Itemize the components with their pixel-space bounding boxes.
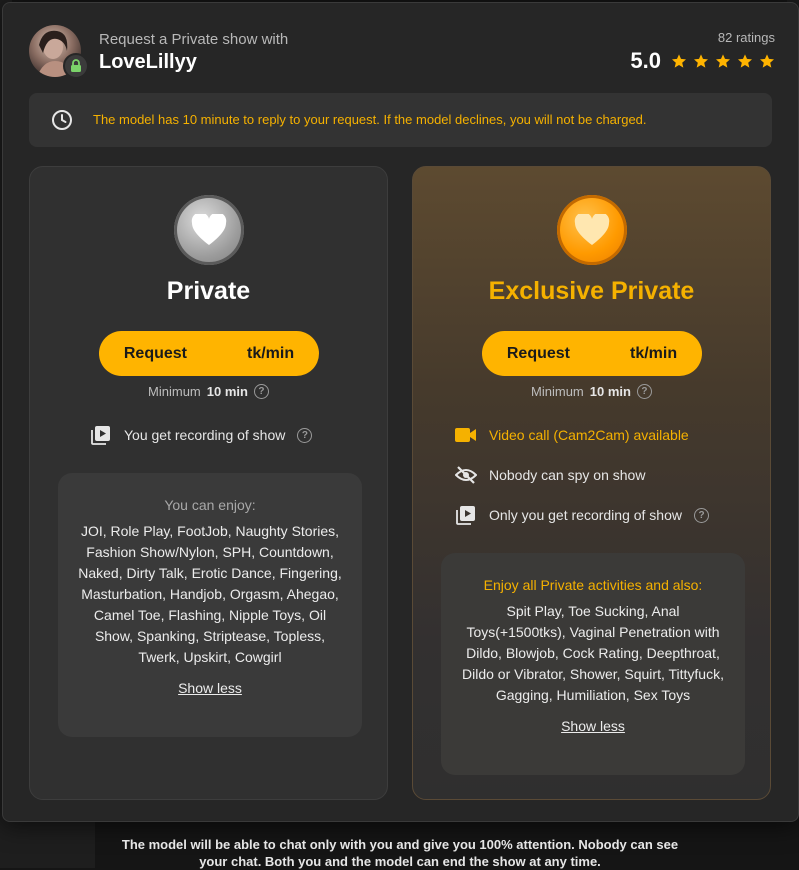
rate-label: tk/min: [630, 344, 678, 362]
minimum-value: 10 min: [206, 384, 248, 399]
enjoy-box: You can enjoy: JOI, Role Play, FootJob, …: [58, 473, 362, 737]
feature-recording: Only you get recording of show ?: [455, 505, 709, 525]
minimum-prefix: Minimum: [148, 384, 201, 399]
enjoy-list: Spit Play, Toe Sucking, Anal Toys(+1500t…: [462, 603, 724, 703]
rating-row: 5.0: [630, 48, 775, 74]
star-icon: [672, 54, 686, 68]
feature-video-label: Video call (Cam2Cam) available: [489, 427, 689, 443]
enjoy-box: Enjoy all Private activities and also: S…: [441, 553, 745, 775]
minimum-value: 10 min: [589, 384, 631, 399]
request-exclusive-private-button[interactable]: Request tk/min: [482, 331, 702, 376]
rating-value: 5.0: [630, 48, 661, 73]
show-less-link[interactable]: Show less: [178, 680, 242, 696]
ratings-count: 82 ratings: [717, 30, 775, 45]
feature-recording-label: You get recording of show: [124, 427, 286, 443]
video-camera-icon: [455, 425, 477, 445]
feature-recording: You get recording of show ?: [90, 425, 313, 445]
video-recording-icon: [455, 505, 477, 525]
private-card: Private Request tk/min Minimum 10 min ? …: [29, 166, 388, 800]
star-icon: [694, 54, 708, 68]
feature-recording-label: Only you get recording of show: [489, 507, 682, 523]
feature-no-spy: Nobody can spy on show: [455, 465, 645, 485]
heart-icon: [174, 195, 244, 265]
model-name[interactable]: LoveLillyy: [99, 51, 197, 74]
minimum-duration: Minimum 10 min ?: [30, 384, 387, 399]
feature-video-call: Video call (Cam2Cam) available: [455, 425, 689, 445]
video-recording-icon: [90, 425, 112, 445]
notice-text: The model has 10 minute to reply to your…: [93, 112, 647, 127]
help-icon[interactable]: ?: [694, 507, 709, 523]
request-private-button[interactable]: Request tk/min: [99, 331, 319, 376]
private-show-modal: Request a Private show with LoveLillyy 8…: [2, 2, 799, 822]
feature-no-spy-label: Nobody can spy on show: [489, 467, 646, 483]
request-label: Request: [506, 344, 570, 362]
modal-header: Request a Private show with LoveLillyy 8…: [29, 25, 775, 81]
help-icon[interactable]: ?: [297, 427, 313, 443]
clock-icon: [52, 110, 72, 130]
request-label: Request: [123, 344, 187, 362]
enjoy-list: JOI, Role Play, FootJob, Naughty Stories…: [78, 523, 342, 665]
request-label: Request a Private show with: [99, 31, 289, 48]
footer-note: The model will be able to chat only with…: [121, 837, 679, 869]
exclusive-private-card: Exclusive Private Request tk/min Minimum…: [412, 166, 771, 800]
minimum-prefix: Minimum: [531, 384, 584, 399]
reply-notice: The model has 10 minute to reply to your…: [29, 93, 772, 147]
exclusive-private-title: Exclusive Private: [488, 277, 695, 305]
eye-off-icon: [455, 465, 477, 485]
show-less-link[interactable]: Show less: [561, 718, 625, 734]
private-title: Private: [166, 277, 251, 305]
minimum-duration: Minimum 10 min ?: [413, 384, 770, 399]
heart-icon: [557, 195, 627, 265]
enjoy-title: You can enjoy:: [164, 497, 256, 513]
star-icon: [760, 54, 774, 68]
help-icon[interactable]: ?: [636, 384, 652, 399]
help-icon[interactable]: ?: [253, 384, 269, 399]
star-icon: [738, 54, 752, 68]
rate-label: tk/min: [247, 344, 295, 362]
star-icon: [716, 54, 730, 68]
enjoy-title: Enjoy all Private activities and also:: [483, 577, 703, 593]
lock-icon: [63, 53, 89, 79]
